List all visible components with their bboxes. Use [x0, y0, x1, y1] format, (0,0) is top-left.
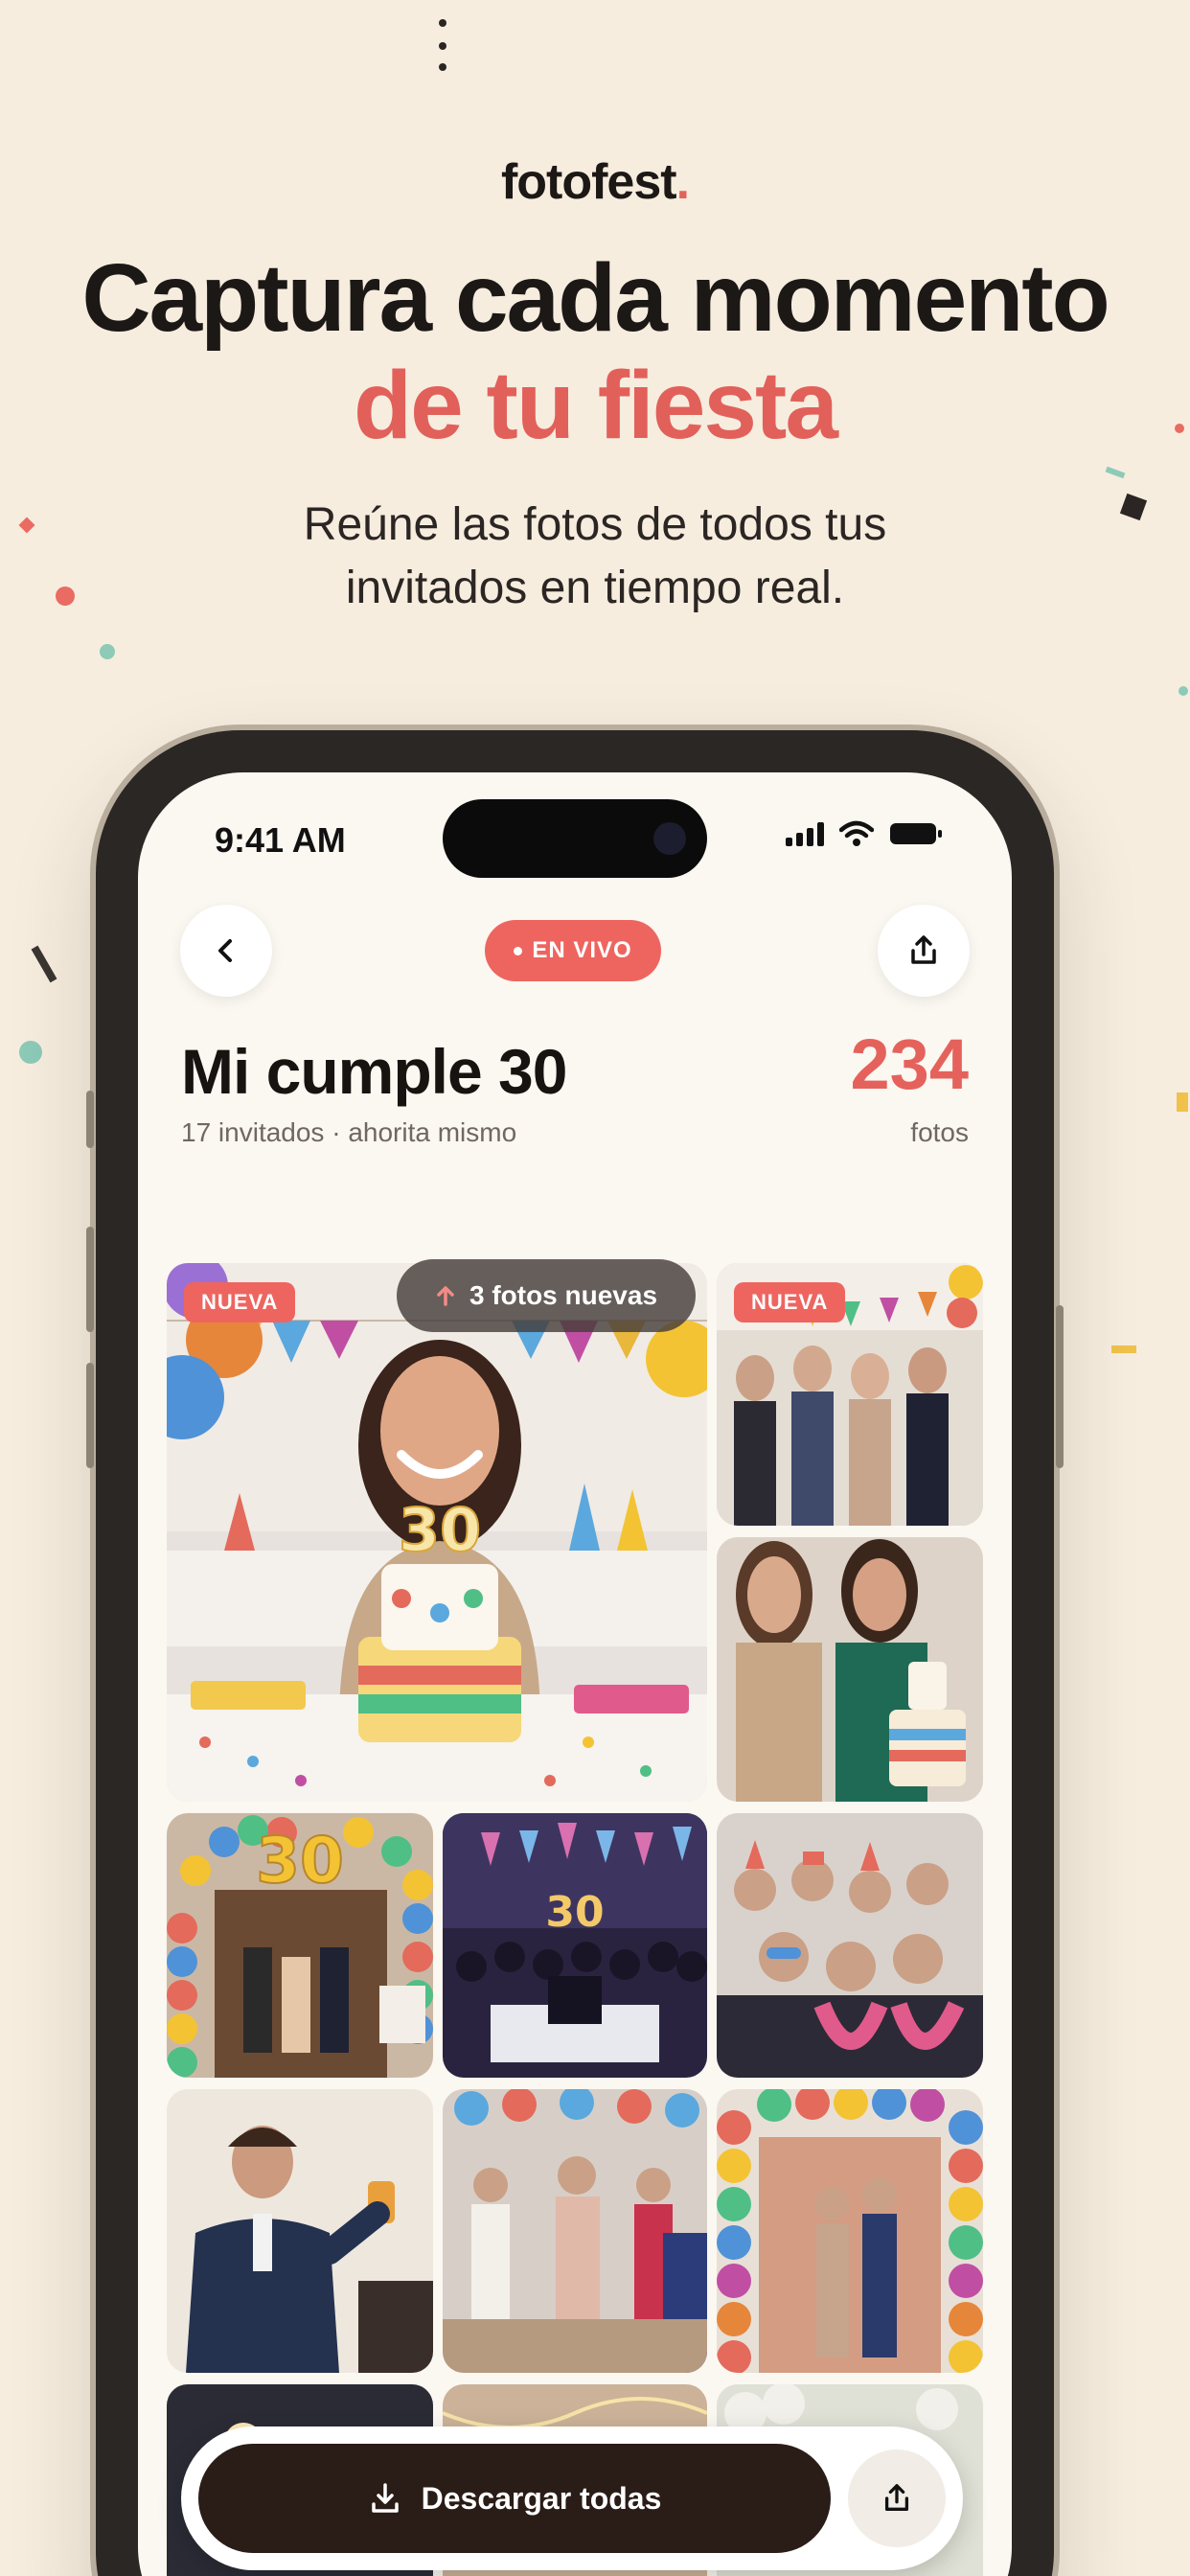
back-button[interactable] [180, 905, 272, 997]
photo-tile-dancing[interactable] [443, 2089, 707, 2373]
sign-number: 30 [545, 1888, 604, 1937]
battery-icon [890, 823, 942, 844]
share-icon [911, 935, 936, 964]
phone-side-button [86, 1091, 94, 1148]
wifi-icon [839, 820, 874, 846]
photo-cake-cutting [717, 1537, 983, 1802]
new-badge: NUEVA [184, 1282, 296, 1322]
download-icon [371, 2483, 399, 2513]
dynamic-island [443, 799, 707, 878]
photo-birthday-cake: 30 [167, 1263, 707, 1802]
photo-tile-dj-dancefloor[interactable]: 30 [443, 1813, 707, 2078]
headline: Captura cada momento de tu fiesta [0, 244, 1190, 459]
phone-mockup: 9:41 AM EN VIVO Mi cumple 30 17 invitado… [86, 730, 1064, 2576]
photo-tile-balloon-arch[interactable]: 30 [167, 1813, 433, 2078]
photo-tile-birthday-cake[interactable]: 30 NUEVA [167, 1263, 707, 1802]
photo-dancing [443, 2089, 707, 2373]
download-all-label: Descargar todas [421, 2480, 662, 2516]
status-icons [786, 820, 943, 847]
phone-side-button [86, 1227, 94, 1332]
subheadline-line-1: Reúne las fotos de todos tus [303, 499, 887, 550]
signal-icon [786, 821, 824, 846]
new-photos-pill[interactable]: 3 fotos nuevas [397, 1259, 696, 1332]
confetti-dot [439, 63, 446, 71]
photo-tile-couple-arch[interactable] [717, 2089, 983, 2373]
marketing-page: fotofest. Captura cada momento de tu fie… [0, 0, 1190, 2576]
confetti-strip [31, 945, 57, 983]
confetti-strip [1177, 1092, 1188, 1112]
subheadline: Reúne las fotos de todos tus invitados e… [0, 494, 1190, 620]
photo-count: 234 [850, 1024, 969, 1104]
photo-speech [167, 2089, 433, 2373]
event-title: Mi cumple 30 [181, 1036, 567, 1107]
photo-dj-dancefloor: 30 [443, 1813, 707, 2078]
share-icon [884, 2484, 909, 2511]
photo-photo-booth [717, 1813, 983, 2078]
share-all-button[interactable] [848, 2450, 946, 2547]
photo-tile-speech[interactable] [167, 2089, 433, 2373]
live-badge: EN VIVO [485, 920, 661, 981]
live-dot-icon [514, 946, 523, 955]
arch-number: 30 [256, 1824, 344, 1898]
app-screen: 9:41 AM EN VIVO Mi cumple 30 17 invitado… [138, 772, 1012, 2576]
phone-side-button [1056, 1305, 1064, 1468]
bottom-action-bar: Descargar todas [181, 2426, 963, 2570]
live-label: EN VIVO [532, 937, 632, 963]
status-time: 9:41 AM [215, 820, 346, 860]
brand-name: fotofest [500, 154, 677, 210]
share-button[interactable] [878, 905, 970, 997]
headline-line-2: de tu fiesta [354, 352, 838, 459]
arrow-up-icon [437, 1286, 454, 1306]
brand-dot: . [675, 154, 690, 210]
confetti-dot [19, 1041, 42, 1064]
download-all-button[interactable]: Descargar todas [198, 2444, 831, 2553]
headline-line-1: Captura cada momento [81, 244, 1110, 352]
photo-count-label: fotos [910, 1117, 969, 1147]
confetti-dot [1179, 686, 1188, 696]
confetti-dot [439, 42, 446, 50]
brand-logo: fotofest. [0, 153, 1190, 211]
cake-candle-number: 30 [399, 1495, 481, 1565]
confetti-strip [1111, 1346, 1136, 1353]
chevron-left-icon [218, 939, 232, 962]
event-meta: 17 invitados · ahorita mismo [181, 1117, 517, 1147]
photo-tile-photo-booth[interactable] [717, 1813, 983, 2078]
confetti-strip [1105, 466, 1126, 479]
confetti-dot [100, 644, 115, 659]
new-photos-label: 3 fotos nuevas [469, 1280, 658, 1310]
phone-side-button [86, 1363, 94, 1468]
subheadline-line-2: invitados en tiempo real. [345, 563, 845, 613]
photo-tile-cake-cutting[interactable] [717, 1537, 983, 1802]
new-badge: NUEVA [734, 1282, 846, 1322]
confetti-dot [439, 19, 446, 27]
photo-balloon-arch: 30 [167, 1813, 433, 2078]
photo-couple-arch [717, 2089, 983, 2373]
photo-tile-group-party[interactable]: NUEVA [717, 1263, 983, 1526]
